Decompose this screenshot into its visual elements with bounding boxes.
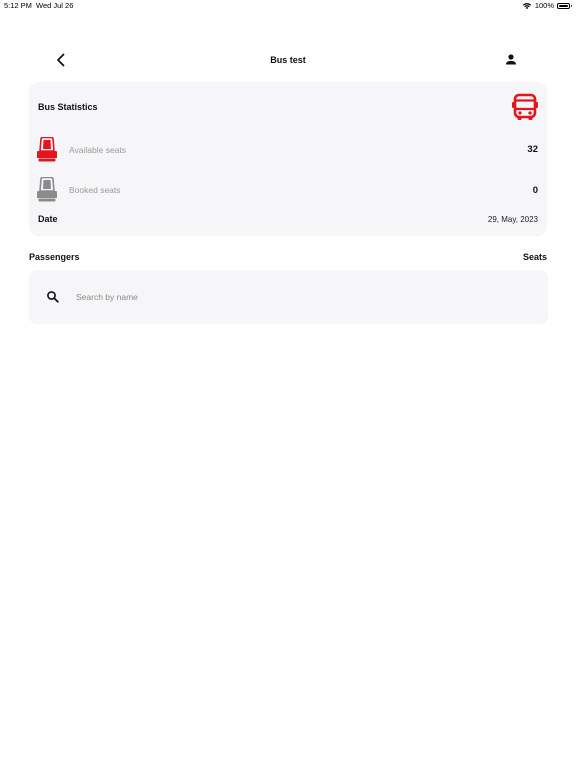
passengers-header: Passengers: [29, 252, 80, 262]
date-label: Date: [38, 214, 58, 224]
available-seats-label: Available seats: [69, 145, 127, 155]
search-icon: [46, 290, 60, 304]
seats-column-header: Seats: [522, 252, 547, 262]
page-title: Bus test: [270, 55, 306, 65]
battery-icon: [557, 2, 572, 9]
bus-icon: [510, 92, 540, 122]
booked-seats-value: 0: [532, 185, 538, 196]
wifi-icon: [522, 2, 532, 9]
status-indicators: 100%: [522, 1, 572, 10]
status-time: 5:12 PM: [4, 1, 32, 10]
card-title: Bus Statistics: [38, 102, 98, 112]
available-seats-value: 32: [527, 144, 538, 155]
search-input[interactable]: [76, 287, 476, 307]
date-value: 29, May, 2023: [487, 215, 538, 224]
bus-statistics-card: [29, 82, 547, 236]
profile-button[interactable]: [503, 52, 519, 68]
booked-seats-label: Booked seats: [69, 185, 121, 195]
battery-percent: 100%: [534, 1, 554, 10]
available-seat-icon: [36, 136, 58, 163]
status-date: Wed Jul 26: [36, 1, 74, 10]
booked-seat-icon: [36, 176, 58, 203]
person-icon: [506, 54, 516, 65]
